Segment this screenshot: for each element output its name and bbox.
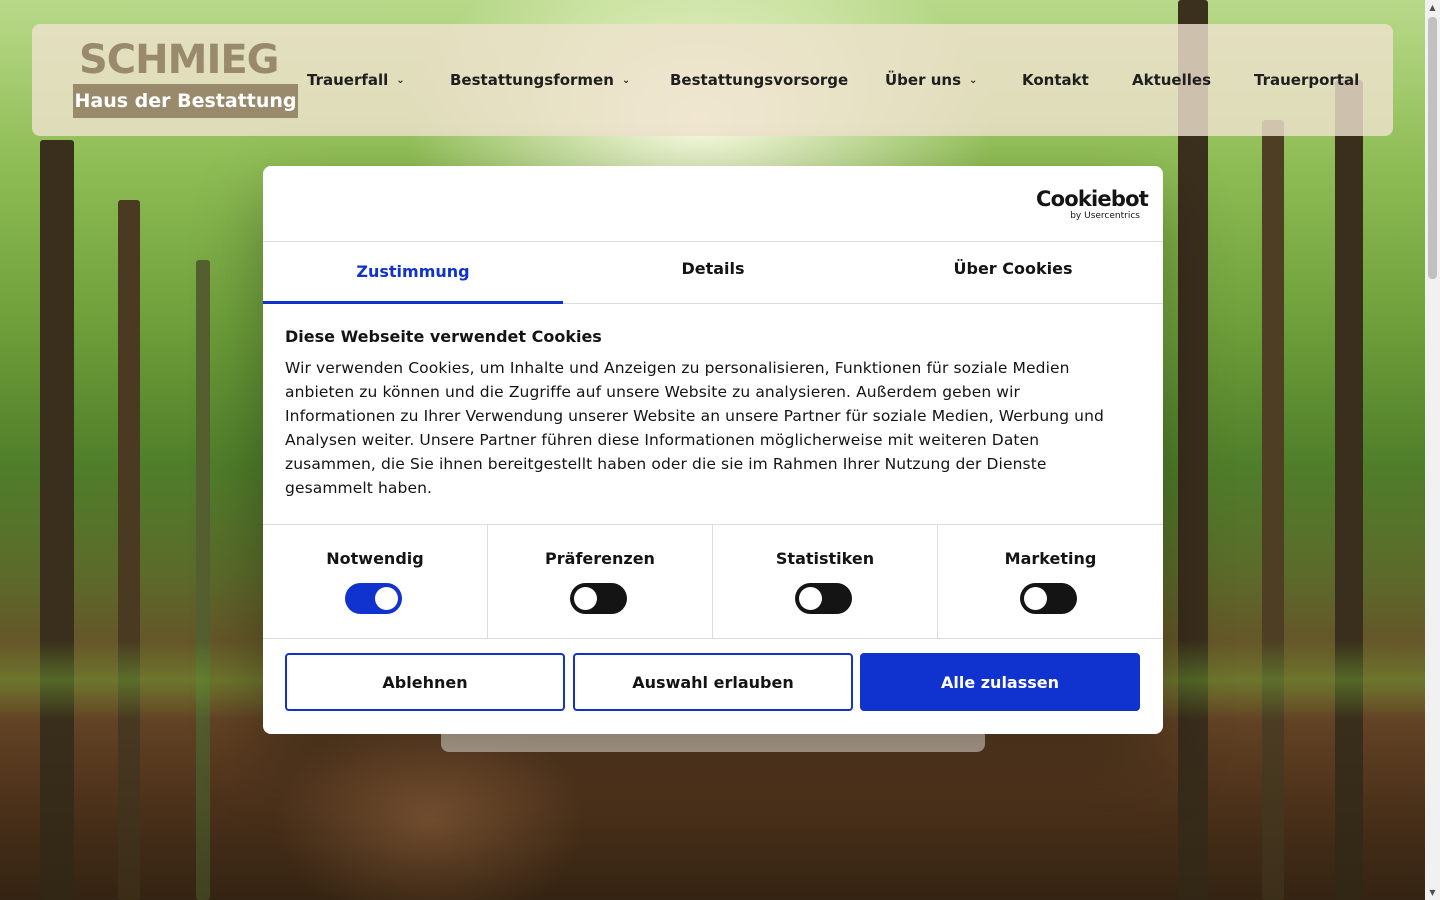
tab-details[interactable]: Details bbox=[563, 242, 863, 303]
scroll-down-arrow-icon[interactable]: ▼ bbox=[1425, 885, 1440, 900]
toggle-marketing[interactable] bbox=[1020, 583, 1077, 614]
site-header: SCHMIEG Haus der Bestattung Trauerfall ⌄ … bbox=[32, 24, 1393, 136]
nav-item-label: Bestattungsvorsorge bbox=[670, 71, 849, 89]
tab-ueber-cookies[interactable]: Über Cookies bbox=[863, 242, 1163, 303]
nav-item-trauerfall[interactable]: Trauerfall ⌄ bbox=[307, 68, 405, 92]
allow-selection-button[interactable]: Auswahl erlauben bbox=[573, 653, 853, 711]
nav-item-label: Trauerfall bbox=[307, 71, 389, 89]
cookiebot-logo-sub: by Usercentrics bbox=[1070, 211, 1140, 221]
tab-zustimmung[interactable]: Zustimmung bbox=[263, 242, 563, 304]
toggle-knob bbox=[574, 587, 597, 610]
cookie-category-toggles: Notwendig Präferenzen Statistiken Market… bbox=[263, 524, 1163, 639]
allow-all-button[interactable]: Alle zulassen bbox=[860, 653, 1140, 711]
nav-item-label: Trauerportal bbox=[1254, 71, 1360, 89]
cookie-tabs: Zustimmung Details Über Cookies bbox=[263, 241, 1163, 304]
nav-item-ueber-uns[interactable]: Über uns ⌄ bbox=[885, 68, 977, 92]
category-notwendig: Notwendig bbox=[263, 525, 488, 638]
page-scrollbar[interactable]: ▲ ▼ bbox=[1425, 0, 1440, 900]
category-label: Notwendig bbox=[326, 549, 424, 568]
toggle-statistiken[interactable] bbox=[795, 583, 852, 614]
scroll-up-arrow-icon[interactable]: ▲ bbox=[1425, 0, 1440, 15]
category-label: Präferenzen bbox=[545, 549, 655, 568]
logo-name-bottom: Haus der Bestattung bbox=[73, 84, 298, 118]
nav-item-label: Aktuelles bbox=[1132, 71, 1211, 89]
cookiebot-logo-name: Cookiebot bbox=[1036, 187, 1149, 211]
nav-item-bestattungsvorsorge[interactable]: Bestattungsvorsorge bbox=[670, 68, 848, 92]
toggle-knob bbox=[375, 587, 398, 610]
cookiebot-logo: Cookiebot by Usercentrics bbox=[1036, 187, 1149, 221]
cookie-consent-dialog: Cookiebot by Usercentrics Zustimmung Det… bbox=[263, 166, 1163, 734]
logo-name-top: SCHMIEG bbox=[79, 37, 279, 83]
cookie-dialog-title: Diese Webseite verwendet Cookies bbox=[285, 327, 602, 346]
toggle-notwendig[interactable] bbox=[345, 583, 402, 614]
nav-item-label: Über uns bbox=[885, 71, 961, 89]
nav-item-label: Bestattungsformen bbox=[450, 71, 614, 89]
chevron-down-icon: ⌄ bbox=[396, 75, 405, 86]
reject-button[interactable]: Ablehnen bbox=[285, 653, 565, 711]
chevron-down-icon: ⌄ bbox=[621, 75, 631, 86]
nav-item-trauerportal[interactable]: Trauerportal bbox=[1254, 68, 1359, 92]
nav-item-bestattungsformen[interactable]: Bestattungsformen ⌄ bbox=[450, 68, 630, 92]
chevron-down-icon: ⌄ bbox=[969, 75, 978, 86]
site-logo[interactable]: SCHMIEG Haus der Bestattung bbox=[73, 40, 298, 118]
scrollbar-thumb[interactable] bbox=[1428, 17, 1437, 279]
toggle-praeferenzen[interactable] bbox=[570, 583, 627, 614]
cookie-dialog-text: Wir verwenden Cookies, um Inhalte und An… bbox=[285, 359, 1104, 497]
nav-item-aktuelles[interactable]: Aktuelles bbox=[1132, 68, 1211, 92]
nav-item-kontakt[interactable]: Kontakt bbox=[1022, 68, 1089, 92]
toggle-knob bbox=[1024, 587, 1047, 610]
category-label: Marketing bbox=[1004, 549, 1097, 568]
category-marketing: Marketing bbox=[938, 525, 1163, 638]
category-label: Statistiken bbox=[775, 549, 875, 568]
nav-item-label: Kontakt bbox=[1022, 71, 1089, 89]
toggle-knob bbox=[799, 587, 822, 610]
category-statistiken: Statistiken bbox=[713, 525, 938, 638]
category-praeferenzen: Präferenzen bbox=[488, 525, 713, 638]
